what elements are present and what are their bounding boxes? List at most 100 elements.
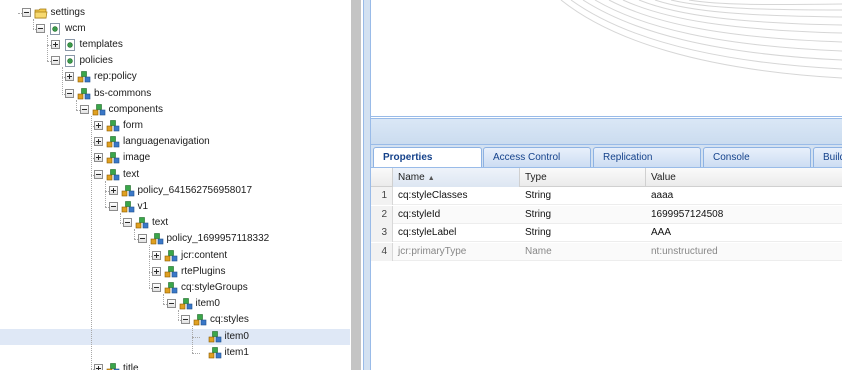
property-type: Name (525, 246, 552, 258)
tree-node-image[interactable]: image (0, 150, 350, 166)
tree-node-cq-styles[interactable]: cq:styles (0, 312, 350, 328)
property-row[interactable]: 2 cq:styleId String 1699957124508 (371, 205, 842, 224)
collapse-icon[interactable] (21, 7, 31, 17)
collapse-icon[interactable] (79, 104, 89, 114)
tree-guide-line (119, 212, 121, 224)
tree-node-label: text (152, 217, 169, 229)
tree-node-item0[interactable]: item0 (0, 296, 350, 312)
column-header-name-label: Name (398, 172, 425, 183)
tree-node-label: policies (79, 55, 113, 67)
tree-connector (192, 352, 200, 354)
collapse-icon[interactable] (137, 234, 147, 244)
properties-grid: Name ▲ Type Value 1 cq:styleClasses String a… (371, 168, 842, 370)
page-icon (63, 38, 77, 52)
tree-node-label: title (123, 362, 139, 370)
expand-icon[interactable] (50, 39, 60, 49)
tree-node-label: cq:styles (210, 314, 249, 326)
expand-icon[interactable] (108, 185, 118, 195)
column-header-value[interactable]: Value (646, 168, 842, 187)
collapse-icon[interactable] (108, 201, 118, 211)
node-icon (135, 216, 149, 230)
tree-node-text-2[interactable]: text (0, 215, 350, 231)
node-icon (121, 200, 135, 214)
tab-strip: Properties Access Control Replication Co… (371, 145, 842, 168)
tree-guide-line (192, 326, 194, 353)
collapse-icon[interactable] (123, 218, 132, 228)
node-icon (208, 330, 222, 344)
collapse-icon[interactable] (94, 169, 103, 179)
page-icon (63, 54, 77, 68)
tree-node-languagenavigation[interactable]: languagenavigation (0, 134, 350, 150)
panel-header-bar (371, 118, 842, 145)
expand-icon[interactable] (65, 72, 74, 82)
tree-node-cq-stylegroups[interactable]: cq:styleGroups (0, 280, 350, 296)
tab-properties[interactable]: Properties (373, 147, 482, 167)
collapse-icon[interactable] (181, 315, 190, 325)
tree-guide-line (47, 34, 49, 62)
tree-guide-line (90, 115, 92, 369)
property-value: aaaa (651, 190, 674, 201)
column-header-type[interactable]: Type (520, 168, 646, 187)
node-icon (150, 232, 164, 246)
tree-node-label: policy_641562756958017 (137, 184, 253, 196)
property-name: jcr:primaryType (398, 246, 467, 258)
row-number: 4 (371, 243, 393, 262)
collapse-icon[interactable] (50, 56, 60, 66)
property-row[interactable]: 3 cq:styleLabel String AAA (371, 224, 842, 243)
property-value: AAA (651, 227, 672, 239)
collapse-icon[interactable] (36, 23, 45, 33)
collapse-icon[interactable] (65, 88, 74, 98)
tree-node-item0-leaf[interactable]: item0 (0, 328, 350, 345)
tree-node-policy-641562756958017[interactable]: policy_641562756958017 (0, 183, 350, 199)
tree-connector (192, 336, 200, 338)
tree-node-policy-1699957118332[interactable]: policy_1699957118332 (0, 231, 350, 247)
tree-node-policies[interactable]: policies (0, 53, 350, 69)
grid-header: Name ▲ Type Value (371, 168, 842, 187)
row-number: 2 (371, 205, 393, 224)
collapse-icon[interactable] (166, 299, 176, 309)
panel-splitter[interactable] (350, 0, 371, 370)
tab-console[interactable]: Console (703, 147, 811, 167)
property-row[interactable]: 1 cq:styleClasses String aaaa (371, 187, 842, 205)
tree-node-label: image (123, 152, 151, 164)
node-icon (106, 119, 120, 133)
node-icon (92, 103, 106, 117)
expand-icon[interactable] (152, 250, 161, 260)
tree-node-text[interactable]: text (0, 167, 350, 183)
tree-node-label: rtePlugins (181, 265, 226, 277)
collapse-icon[interactable] (152, 282, 161, 292)
tree-node-item1-leaf[interactable]: item1 (0, 345, 350, 361)
tree-node-rep-policy[interactable]: rep:policy (0, 69, 350, 85)
node-icon (77, 87, 91, 101)
tree-node-jcr-content[interactable]: jcr:content (0, 248, 350, 264)
tab-replication[interactable]: Replication (593, 147, 701, 167)
tree-node-rteplugins[interactable]: rtePlugins (0, 264, 350, 280)
tree-node-v1[interactable]: v1 (0, 199, 350, 215)
tree-node-label: item1 (224, 346, 249, 358)
tree-node-bs-commons[interactable]: bs-commons (0, 86, 350, 102)
tab-build[interactable]: Build (813, 147, 842, 167)
tree-node-form[interactable]: form (0, 118, 350, 134)
tree-node-label: components (108, 103, 163, 115)
tree-node-title[interactable]: title (0, 361, 350, 370)
tree-node-components[interactable]: components (0, 102, 350, 118)
column-header-name[interactable]: Name ▲ (393, 168, 520, 187)
expand-icon[interactable] (94, 363, 103, 370)
tree-scrollbar-thumb[interactable] (351, 0, 361, 370)
tree-node-templates[interactable]: templates (0, 37, 350, 53)
tree-node-wcm[interactable]: wcm (0, 21, 350, 37)
splitter-handle[interactable] (363, 0, 371, 370)
expand-icon[interactable] (152, 266, 161, 276)
tree-guide-line (134, 229, 136, 240)
property-row[interactable]: 4 jcr:primaryType Name nt:unstructured (371, 243, 842, 262)
page-icon (48, 22, 62, 36)
tree-guide-line (105, 180, 107, 207)
expand-icon[interactable] (94, 153, 103, 163)
tree-node-settings[interactable]: settings (0, 5, 350, 21)
tab-access-control[interactable]: Access Control (483, 147, 591, 167)
property-type: String (525, 227, 552, 239)
tree-node-label: form (123, 119, 143, 131)
expand-icon[interactable] (94, 120, 103, 130)
expand-icon[interactable] (94, 137, 103, 147)
tree-node-label: languagenavigation (123, 136, 210, 148)
